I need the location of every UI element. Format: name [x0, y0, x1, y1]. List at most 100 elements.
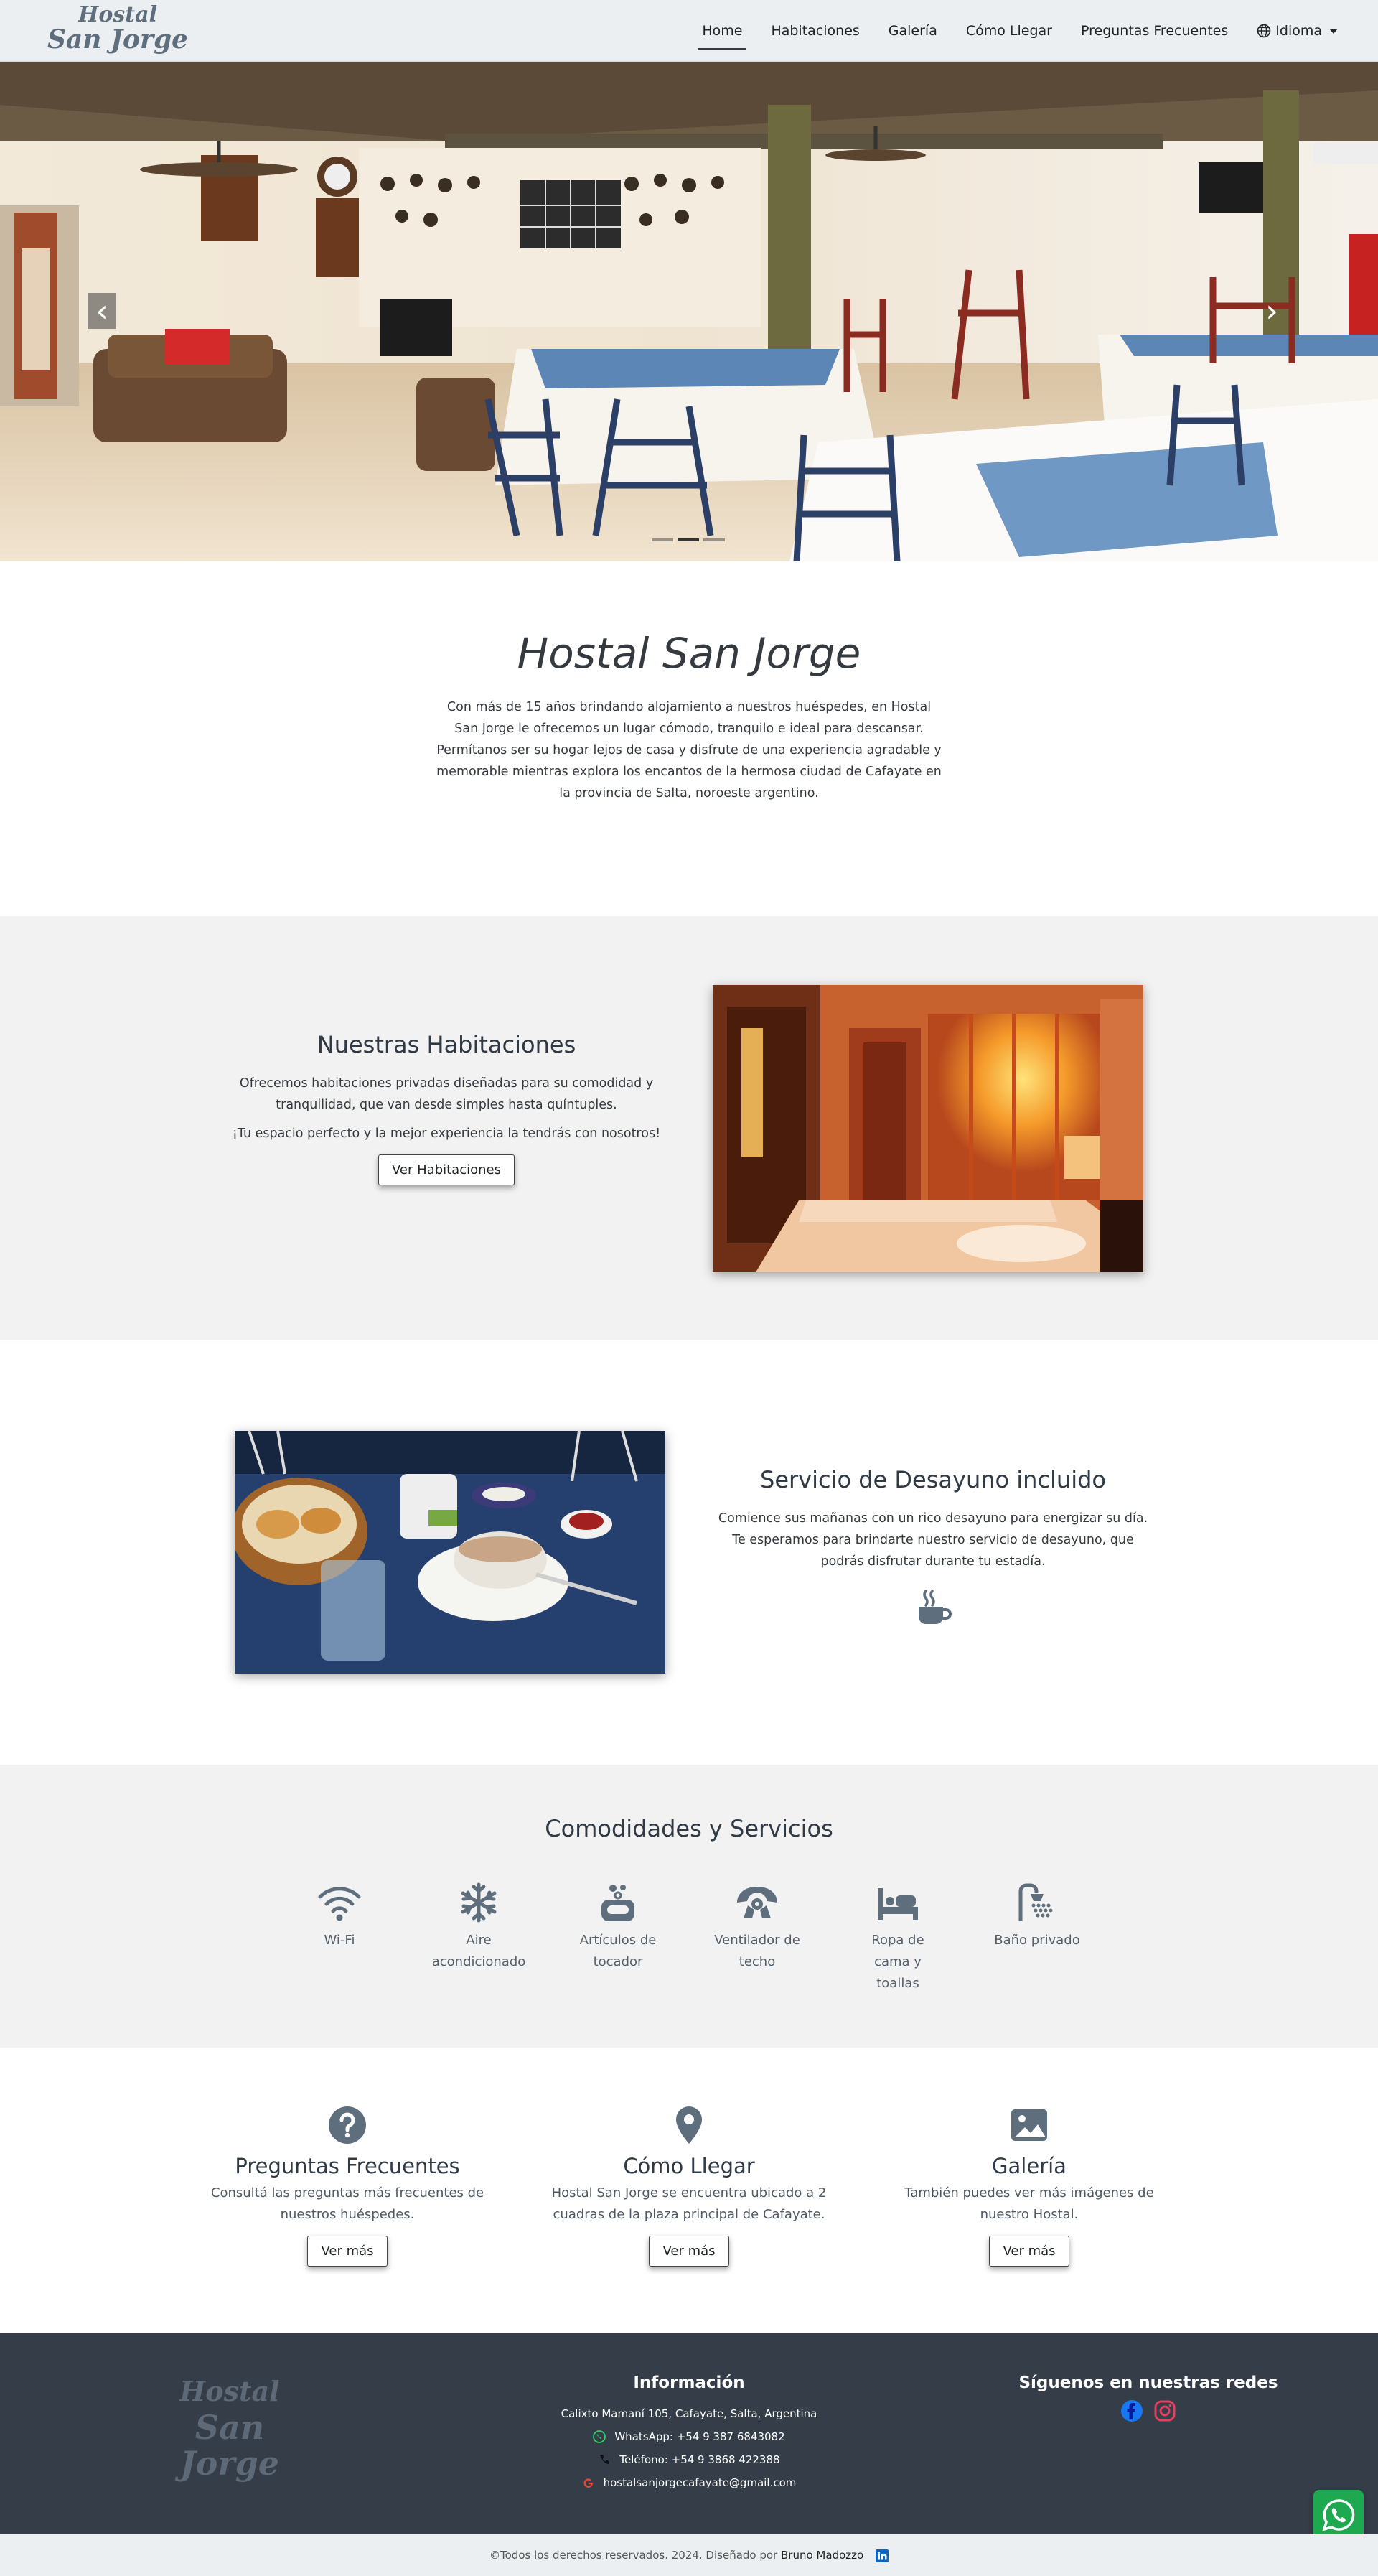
rooms-text-block: Nuestras Habitaciones Ofrecemos habitaci… — [231, 1031, 662, 1185]
google-icon — [583, 2478, 593, 2488]
directions-ver-mas-button[interactable]: Ver más — [649, 2236, 729, 2267]
footer-brand-line2: San Jorge — [179, 2408, 280, 2483]
image-icon — [1011, 2109, 1047, 2141]
amenity-fan-label: Ventilador de techo — [714, 1933, 800, 1969]
brand-line2: San Jorge — [47, 24, 189, 55]
info-links-section: Preguntas Frecuentes Consultá las pregun… — [0, 2048, 1378, 2333]
chevron-left-icon: ‹ — [95, 292, 108, 330]
footer-social-title: Síguenos en nuestras redes — [1018, 2374, 1278, 2392]
navbar: Hostal San Jorge Home Habitaciones Galer… — [0, 0, 1378, 62]
linkedin-icon[interactable] — [875, 2549, 889, 2562]
amenity-private-bath: Baño privado — [983, 1882, 1091, 1951]
intro-section: Hostal San Jorge Con más de 15 años brin… — [0, 561, 1378, 916]
amenity-ceiling-fan: Ventilador de techo — [703, 1882, 811, 1973]
brand-line1: Hostal — [78, 2, 157, 27]
faq-ver-mas-button[interactable]: Ver más — [307, 2236, 388, 2267]
hero-carousel: ‹ › — [0, 62, 1378, 561]
nav-links: Home Habitaciones Galería Cómo Llegar Pr… — [673, 0, 1338, 62]
phone-icon — [600, 2455, 610, 2464]
carousel-indicator-1[interactable] — [652, 538, 673, 541]
copyright-bar: ©Todos los derechos reservados. 2024. Di… — [0, 2534, 1378, 2576]
snowflake-icon — [461, 1882, 497, 1923]
amenity-bedding: Ropa de cama y toallas — [844, 1882, 952, 1994]
whatsapp-float-icon — [1322, 2499, 1355, 2531]
coffee-cup-icon — [919, 1590, 952, 1624]
footer-brand-line1: Hostal — [179, 2375, 280, 2407]
footer-social: Síguenos en nuestras redes — [1005, 2374, 1292, 2422]
breakfast-title: Servicio de Desayuno incluido — [760, 1466, 1106, 1493]
copyright-author[interactable]: Bruno Madozzo — [781, 2549, 863, 2562]
carousel-indicators — [652, 538, 725, 541]
nav-habitaciones[interactable]: Habitaciones — [771, 0, 859, 62]
amenities-section: Comodidades y Servicios Wi-Fi Aire acond… — [0, 1765, 1378, 2048]
instagram-icon[interactable] — [1153, 2399, 1176, 2422]
footer-whatsapp[interactable]: WhatsApp: +54 9 387 6843082 — [474, 2425, 904, 2448]
nav-preguntas-frecuentes[interactable]: Preguntas Frecuentes — [1081, 0, 1228, 62]
footer-phone[interactable]: Teléfono: +54 9 3868 422388 — [474, 2448, 904, 2471]
room-photo — [713, 985, 1143, 1272]
whatsapp-float-button[interactable] — [1313, 2490, 1364, 2540]
amenity-bedding-label: Ropa de cama y toallas — [871, 1933, 924, 1991]
amenity-air-label: Aire acondicionado — [431, 1933, 526, 1969]
carousel-next-button[interactable]: › — [1257, 292, 1286, 330]
footer: Hostal San Jorge Información Calixto Mam… — [0, 2333, 1378, 2534]
carousel-indicator-3[interactable] — [703, 538, 725, 541]
footer-email[interactable]: hostalsanjorgecafayate@gmail.com — [474, 2471, 904, 2494]
intro-text: Con más de 15 años brindando alojamiento… — [436, 700, 942, 801]
faq-card: Preguntas Frecuentes Consultá las pregun… — [204, 2105, 491, 2267]
gallery-text: También puedes ver más imágenes de nuest… — [904, 2185, 1154, 2222]
caret-down-icon — [1329, 28, 1338, 34]
hero-image-common-room — [0, 62, 1378, 561]
social-icons — [1005, 2399, 1292, 2422]
facebook-icon[interactable] — [1120, 2399, 1143, 2422]
rooms-text-1: Ofrecemos habitaciones privadas diseñada… — [239, 1076, 654, 1112]
bed-icon — [878, 1888, 918, 1920]
breakfast-section: Servicio de Desayuno incluido Comience s… — [0, 1340, 1378, 1765]
footer-address: Calixto Mamaní 105, Cafayate, Salta, Arg… — [561, 2407, 817, 2420]
directions-title: Cómo Llegar — [623, 2154, 755, 2178]
gallery-card: Galería También puedes ver más imágenes … — [886, 2105, 1173, 2267]
gallery-title: Galería — [992, 2154, 1067, 2178]
amenities-title: Comodidades y Servicios — [545, 1815, 833, 1842]
footer-info: Información Calixto Mamaní 105, Cafayate… — [474, 2374, 904, 2494]
footer-phone-text: Teléfono: +54 9 3868 422388 — [619, 2453, 780, 2466]
footer-info-title: Información — [633, 2374, 745, 2392]
rooms-title: Nuestras Habitaciones — [317, 1031, 576, 1058]
footer-logo: Hostal San Jorge — [158, 2374, 301, 2481]
footer-email-text: hostalsanjorgecafayate@gmail.com — [603, 2476, 797, 2489]
amenity-wifi: Wi-Fi — [286, 1882, 393, 1951]
map-pin-icon — [676, 2106, 702, 2144]
directions-text: Hostal San Jorge se encuentra ubicado a … — [551, 2185, 827, 2222]
globe-icon — [1257, 24, 1271, 38]
amenity-toiletries: Artículos de tocador — [564, 1882, 672, 1973]
nav-como-llegar[interactable]: Cómo Llegar — [966, 0, 1052, 62]
language-label: Idioma — [1275, 23, 1322, 39]
nav-galeria[interactable]: Galería — [889, 0, 937, 62]
directions-card: Cómo Llegar Hostal San Jorge se encuentr… — [545, 2105, 833, 2267]
faq-title: Preguntas Frecuentes — [235, 2154, 460, 2178]
soap-icon — [601, 1885, 634, 1921]
gallery-ver-mas-button[interactable]: Ver más — [989, 2236, 1069, 2267]
faq-text: Consultá las preguntas más frecuentes de… — [210, 2185, 484, 2222]
shower-icon — [1018, 1883, 1053, 1921]
language-dropdown[interactable]: Idioma — [1257, 0, 1338, 62]
copyright-text: ©Todos los derechos reservados. 2024. Di… — [489, 2549, 778, 2562]
amenity-toiletries-label: Artículos de tocador — [579, 1933, 657, 1969]
amenity-bath-label: Baño privado — [994, 1933, 1080, 1948]
footer-whatsapp-text: WhatsApp: +54 9 387 6843082 — [614, 2430, 785, 2443]
chevron-right-icon: › — [1265, 292, 1278, 330]
rooms-section: Nuestras Habitaciones Ofrecemos habitaci… — [0, 916, 1378, 1340]
carousel-prev-button[interactable]: ‹ — [88, 292, 116, 330]
breakfast-text-block: Servicio de Desayuno incluido Comience s… — [718, 1466, 1148, 1625]
whatsapp-icon — [593, 2430, 606, 2443]
amenity-wifi-label: Wi-Fi — [324, 1933, 355, 1948]
amenity-air-conditioning: Aire acondicionado — [425, 1882, 533, 1973]
brand-logo[interactable]: Hostal San Jorge — [46, 2, 189, 55]
question-icon — [329, 2106, 366, 2144]
fan-icon — [737, 1887, 777, 1918]
intro-title: Hostal San Jorge — [517, 629, 861, 678]
carousel-indicator-2[interactable] — [678, 538, 699, 541]
breakfast-text: Comience sus mañanas con un rico desayun… — [718, 1511, 1148, 1569]
ver-habitaciones-button[interactable]: Ver Habitaciones — [378, 1154, 515, 1185]
nav-home[interactable]: Home — [698, 0, 747, 62]
